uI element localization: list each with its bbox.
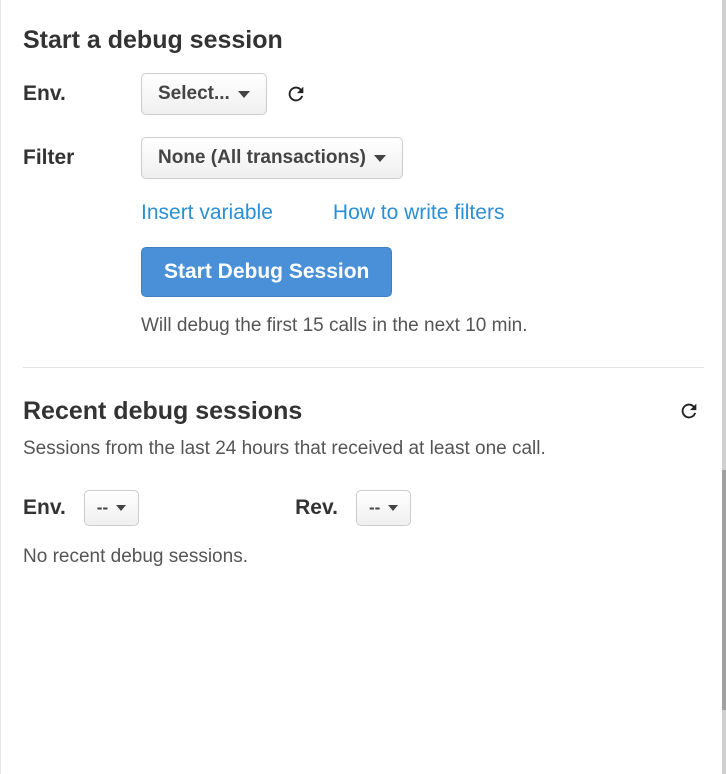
start-hint: Will debug the first 15 calls in the nex… bbox=[141, 315, 704, 337]
recent-sessions-title: Recent debug sessions bbox=[23, 397, 302, 426]
caret-down-icon bbox=[374, 155, 386, 162]
env-refresh-button[interactable] bbox=[281, 79, 311, 109]
scrollbar-thumb[interactable] bbox=[722, 470, 726, 710]
env-row: Env. Select... bbox=[23, 73, 704, 115]
filter-helper-links: Insert variable How to write filters bbox=[141, 201, 704, 225]
recent-env-value: -- bbox=[97, 498, 108, 518]
env-select-text: Select... bbox=[158, 83, 230, 105]
refresh-icon bbox=[285, 83, 307, 105]
recent-filters: Env. -- Rev. -- bbox=[23, 490, 704, 526]
start-session-title: Start a debug session bbox=[23, 26, 704, 55]
start-button-row: Start Debug Session bbox=[141, 247, 704, 297]
start-debug-button[interactable]: Start Debug Session bbox=[141, 247, 392, 297]
debug-panel: Start a debug session Env. Select... Fil… bbox=[0, 0, 726, 774]
env-label: Env. bbox=[23, 82, 141, 106]
recent-rev-label: Rev. bbox=[295, 496, 338, 520]
filter-label: Filter bbox=[23, 146, 141, 170]
recent-env-dropdown[interactable]: -- bbox=[84, 490, 139, 526]
env-field: Select... bbox=[141, 73, 704, 115]
recent-rev-value: -- bbox=[369, 498, 380, 518]
insert-variable-link[interactable]: Insert variable bbox=[141, 201, 273, 225]
filter-row: Filter None (All transactions) bbox=[23, 137, 704, 179]
refresh-icon bbox=[678, 400, 700, 422]
caret-down-icon bbox=[388, 505, 398, 511]
filter-field: None (All transactions) bbox=[141, 137, 704, 179]
env-select-dropdown[interactable]: Select... bbox=[141, 73, 267, 115]
divider bbox=[23, 367, 704, 368]
filter-select-dropdown[interactable]: None (All transactions) bbox=[141, 137, 403, 179]
filter-select-text: None (All transactions) bbox=[158, 147, 366, 169]
no-sessions-text: No recent debug sessions. bbox=[23, 546, 704, 568]
recent-subtitle: Sessions from the last 24 hours that rec… bbox=[23, 432, 704, 466]
how-to-filters-link[interactable]: How to write filters bbox=[333, 201, 505, 225]
caret-down-icon bbox=[238, 91, 250, 98]
recent-header: Recent debug sessions bbox=[23, 396, 704, 426]
caret-down-icon bbox=[116, 505, 126, 511]
recent-rev-dropdown[interactable]: -- bbox=[356, 490, 411, 526]
recent-refresh-button[interactable] bbox=[674, 396, 704, 426]
recent-env-label: Env. bbox=[23, 496, 66, 520]
